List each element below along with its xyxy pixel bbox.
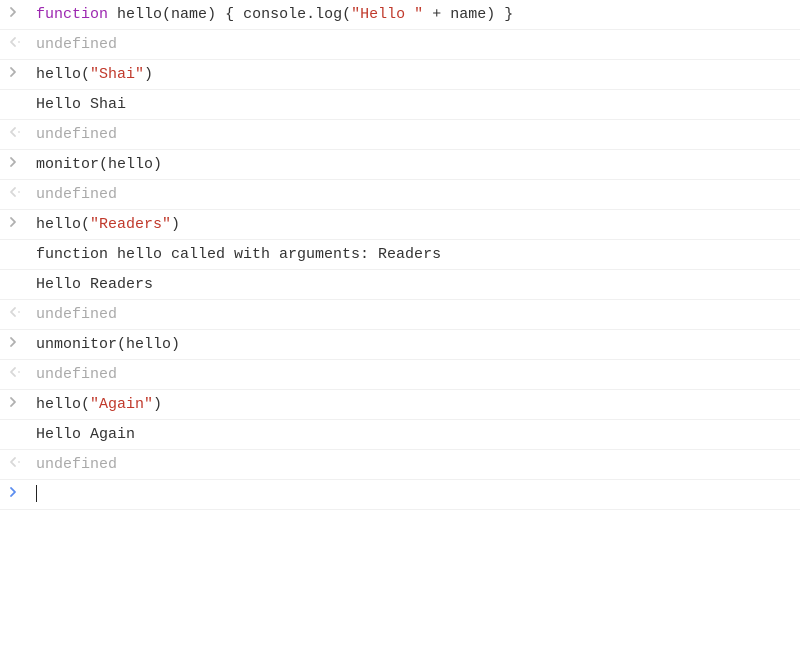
input-chevron-icon (6, 215, 30, 228)
input-chevron-icon (6, 335, 30, 348)
console-input-code[interactable]: monitor(hello) (30, 155, 792, 174)
console-prompt-input[interactable] (30, 485, 792, 504)
log-marker (6, 245, 30, 246)
log-marker (6, 425, 30, 426)
console-row: undefined (0, 360, 800, 390)
console-row: undefined (0, 300, 800, 330)
log-marker (6, 95, 30, 96)
console-row: undefined (0, 120, 800, 150)
console-return-value: undefined (30, 305, 792, 324)
console-log-output: function hello called with arguments: Re… (30, 245, 792, 264)
console-row: Hello Readers (0, 270, 800, 300)
input-chevron-icon (6, 65, 30, 78)
console-row: undefined (0, 30, 800, 60)
console-input-code[interactable]: hello("Readers") (30, 215, 792, 234)
input-chevron-icon (6, 155, 30, 168)
return-chevron-icon (6, 455, 30, 468)
console-return-value: undefined (30, 185, 792, 204)
return-chevron-icon (6, 35, 30, 48)
console-row: Hello Again (0, 420, 800, 450)
return-chevron-icon (6, 305, 30, 318)
console-log-panel: function hello(name) { console.log("Hell… (0, 0, 800, 510)
console-input-code[interactable]: hello("Shai") (30, 65, 792, 84)
text-cursor (36, 485, 37, 502)
return-chevron-icon (6, 365, 30, 378)
console-return-value: undefined (30, 365, 792, 384)
console-row: undefined (0, 180, 800, 210)
input-chevron-icon (6, 395, 30, 408)
console-row: undefined (0, 450, 800, 480)
console-row: hello("Readers") (0, 210, 800, 240)
console-row: function hello called with arguments: Re… (0, 240, 800, 270)
console-input-code[interactable]: hello("Again") (30, 395, 792, 414)
console-row: hello("Shai") (0, 60, 800, 90)
console-row: function hello(name) { console.log("Hell… (0, 0, 800, 30)
console-input-code[interactable]: function hello(name) { console.log("Hell… (30, 5, 792, 24)
console-input-code[interactable]: unmonitor(hello) (30, 335, 792, 354)
console-row: hello("Again") (0, 390, 800, 420)
console-return-value: undefined (30, 455, 792, 474)
console-return-value: undefined (30, 35, 792, 54)
console-log-output: Hello Again (30, 425, 792, 444)
console-row (0, 480, 800, 510)
console-log-output: Hello Shai (30, 95, 792, 114)
prompt-chevron-icon (6, 485, 30, 498)
log-marker (6, 275, 30, 276)
console-row: Hello Shai (0, 90, 800, 120)
console-log-output: Hello Readers (30, 275, 792, 294)
console-row: unmonitor(hello) (0, 330, 800, 360)
return-chevron-icon (6, 125, 30, 138)
console-return-value: undefined (30, 125, 792, 144)
return-chevron-icon (6, 185, 30, 198)
input-chevron-icon (6, 5, 30, 18)
console-row: monitor(hello) (0, 150, 800, 180)
